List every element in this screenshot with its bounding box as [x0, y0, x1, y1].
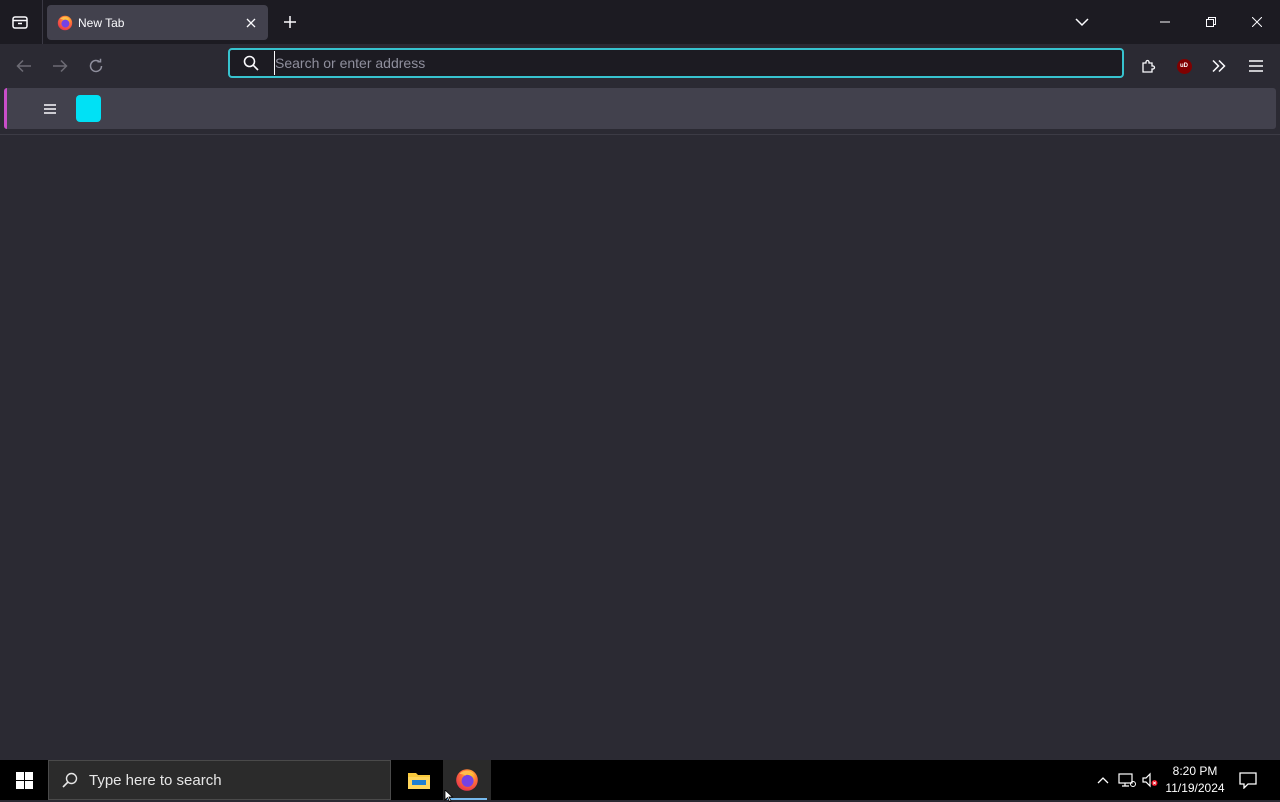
system-clock[interactable]: 8:20 PM 11/19/2024	[1162, 763, 1228, 797]
chevron-up-icon[interactable]	[1093, 770, 1113, 790]
firefox-icon	[57, 15, 73, 31]
tab-divider	[42, 0, 43, 44]
back-arrow-icon[interactable]	[10, 52, 38, 80]
tab-title: New Tab	[78, 15, 125, 30]
reload-icon[interactable]	[82, 52, 110, 80]
chevron-down-icon[interactable]	[1070, 10, 1094, 34]
close-icon[interactable]	[241, 13, 261, 33]
plus-icon[interactable]	[278, 10, 302, 34]
tab-new-tab[interactable]: New Tab	[47, 5, 268, 40]
speaker-muted-icon[interactable]	[1140, 770, 1160, 790]
taskbar-search-box[interactable]: Type here to search	[48, 760, 391, 800]
network-icon[interactable]	[1117, 770, 1137, 790]
taskbar-search-placeholder: Type here to search	[89, 771, 222, 789]
bookmark-tile[interactable]	[76, 95, 101, 122]
address-bar[interactable]	[228, 48, 1124, 78]
url-input[interactable]	[274, 51, 1122, 75]
close-icon[interactable]	[1234, 0, 1280, 44]
mouse-cursor-icon	[444, 790, 454, 802]
double-chevron-icon[interactable]	[1205, 52, 1233, 80]
bookmarks-toolbar	[4, 88, 1276, 129]
extension-badge: uD	[1176, 58, 1192, 74]
new-tab-page	[0, 135, 1280, 760]
search-icon	[61, 771, 79, 789]
ublock-origin-icon[interactable]: uD	[1170, 52, 1198, 80]
notification-icon[interactable]	[1234, 760, 1262, 800]
search-icon	[242, 54, 260, 72]
tab-overview-icon[interactable]	[6, 9, 34, 35]
file-explorer-icon[interactable]	[395, 760, 443, 800]
forward-arrow-icon[interactable]	[46, 52, 74, 80]
tab-strip: New Tab	[0, 0, 1280, 44]
clock-date: 11/19/2024	[1165, 781, 1225, 795]
windows-taskbar: Type here to search 8:20 PM 11/19/2024	[0, 760, 1280, 800]
hamburger-icon[interactable]	[1242, 52, 1270, 80]
clock-time: 8:20 PM	[1172, 764, 1218, 778]
windows-start-icon[interactable]	[0, 760, 48, 800]
hamburger-icon[interactable]	[41, 100, 59, 118]
minimize-icon[interactable]	[1142, 0, 1188, 44]
navigation-toolbar: uD	[0, 44, 1280, 86]
puzzle-icon[interactable]	[1134, 52, 1162, 80]
restore-icon[interactable]	[1188, 0, 1234, 44]
